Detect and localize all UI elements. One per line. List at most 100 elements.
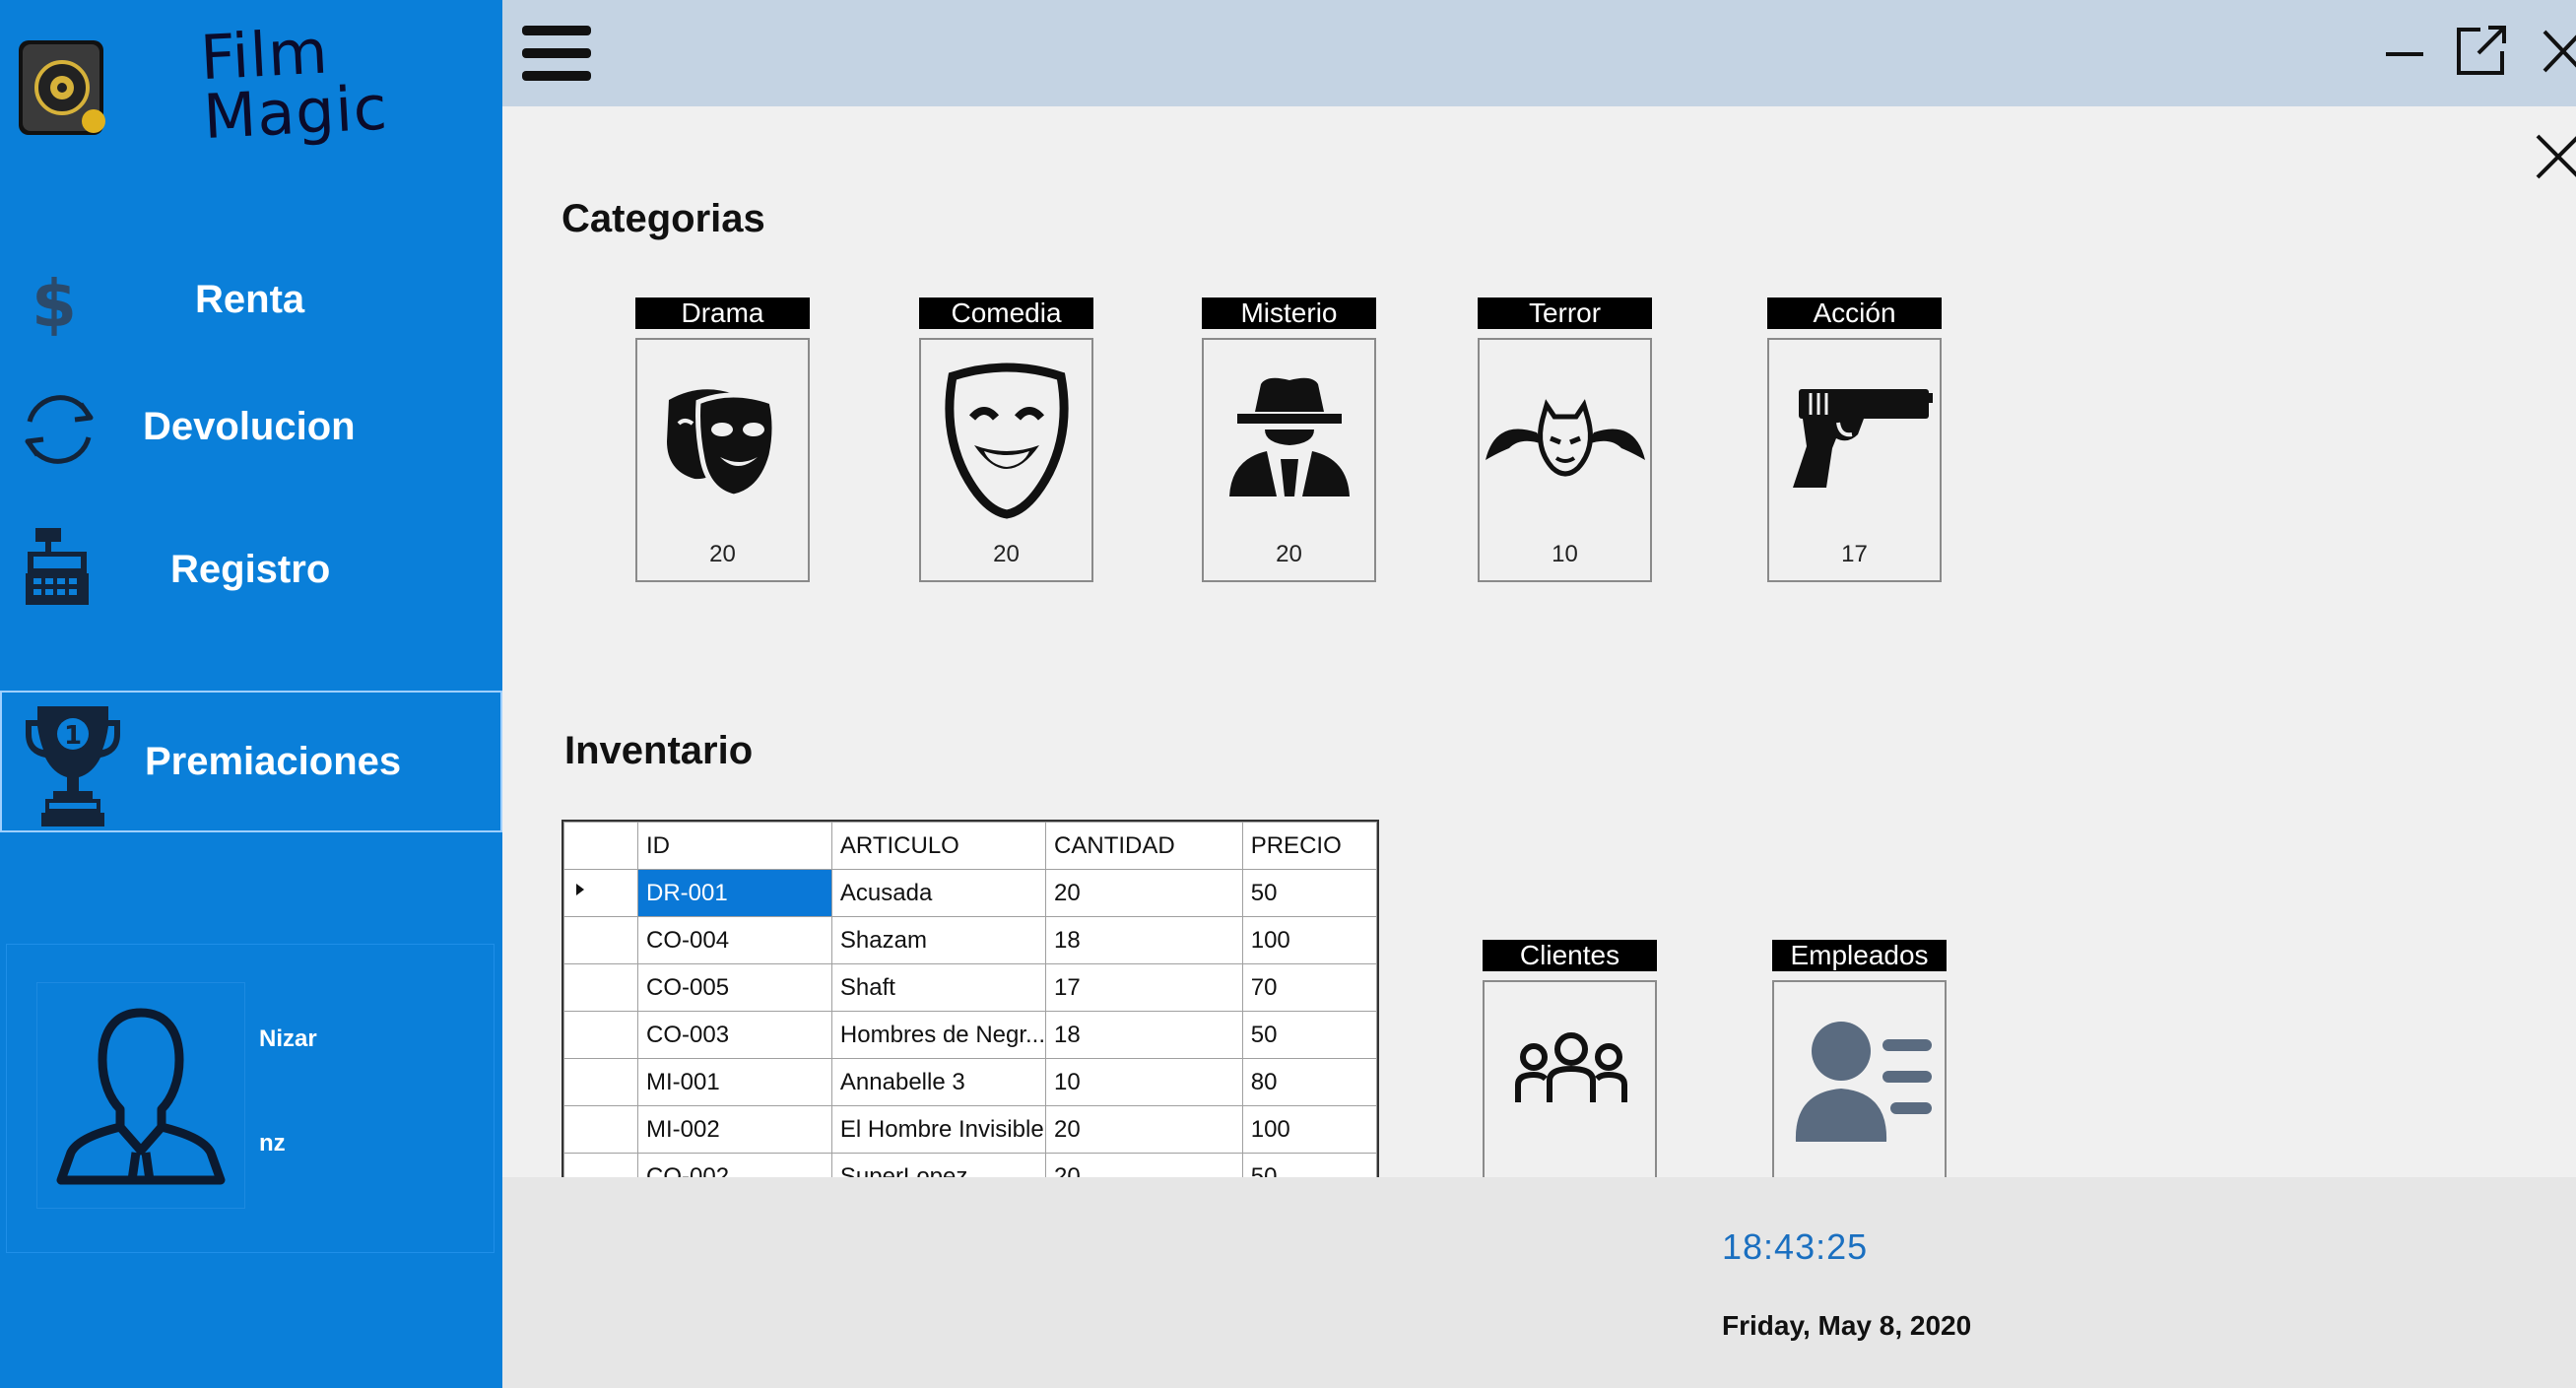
table-row[interactable]: MI-001 Annabelle 3 10 80	[563, 1058, 1377, 1106]
theater-masks-icon	[667, 389, 777, 499]
table-row[interactable]: CO-003 Hombres de Negr... 18 50	[563, 1011, 1377, 1059]
row-selector-arrow-icon[interactable]	[563, 869, 638, 917]
inventory-grid[interactable]: ID ARTICULO CANTIDAD PRECIO DR-001 Acusa…	[561, 820, 1379, 1184]
nav-item-registro[interactable]: Registro	[0, 510, 502, 628]
app-logo-icon	[15, 36, 113, 139]
table-cell[interactable]: CO-005	[637, 963, 832, 1012]
user-panel: Nizar nz	[6, 944, 495, 1253]
user-name: Nizar	[259, 1025, 317, 1052]
close-window-icon[interactable]	[2537, 22, 2576, 81]
category-label-comedia: Comedia	[919, 297, 1093, 329]
title-bar	[502, 0, 2576, 106]
minimize-icon[interactable]	[2374, 22, 2433, 81]
row-header[interactable]	[563, 963, 638, 1012]
cash-register-icon	[26, 526, 91, 614]
table-cell[interactable]: 70	[1241, 963, 1377, 1012]
close-panel-icon[interactable]	[2532, 126, 2576, 185]
table-cell[interactable]: 100	[1241, 1105, 1377, 1154]
nav-label-renta: Renta	[195, 278, 305, 321]
nav-label-devolucion: Devolucion	[143, 405, 356, 448]
category-card-accion[interactable]: 17	[1767, 338, 1942, 582]
table-cell[interactable]: Annabelle 3	[830, 1058, 1047, 1106]
sidebar: Film Magic $ Renta Devolucion Registro 1…	[0, 0, 502, 1388]
table-cell[interactable]: 18	[1045, 916, 1243, 964]
user-handle: nz	[259, 1130, 286, 1157]
row-header[interactable]	[563, 1058, 638, 1106]
table-cell[interactable]: Acusada	[830, 869, 1047, 917]
user-avatar-icon	[36, 982, 245, 1209]
category-count-misterio: 20	[1276, 541, 1302, 567]
table-row[interactable]: CO-004 Shazam 18 100	[563, 916, 1377, 964]
category-label-misterio: Misterio	[1202, 297, 1376, 329]
table-cell[interactable]: 50	[1241, 869, 1377, 917]
category-card-comedia[interactable]: 20	[919, 338, 1093, 582]
shortcut-card-clientes[interactable]	[1483, 980, 1657, 1187]
category-label-drama: Drama	[635, 297, 810, 329]
comedy-mask-icon	[945, 363, 1069, 519]
table-row[interactable]: CO-005 Shaft 17 70	[563, 963, 1377, 1012]
category-count-comedia: 20	[993, 541, 1020, 567]
table-cell[interactable]: 17	[1045, 963, 1243, 1012]
category-count-accion: 17	[1841, 541, 1868, 567]
clock-time: 18:43:25	[1722, 1226, 1869, 1267]
spy-icon	[1229, 377, 1350, 496]
trophy-icon: 1	[24, 700, 122, 833]
current-date: Friday, May 8, 2020	[1722, 1310, 1972, 1341]
table-row[interactable]: MI-002 El Hombre Invisible 20 100	[563, 1105, 1377, 1154]
shortcut-label-clientes: Clientes	[1483, 940, 1657, 971]
column-header-id[interactable]: ID	[637, 822, 832, 870]
group-icon	[1515, 1032, 1627, 1102]
category-count-terror: 10	[1552, 541, 1578, 567]
table-cell[interactable]: Shaft	[830, 963, 1047, 1012]
table-cell[interactable]: 10	[1045, 1058, 1243, 1106]
row-header[interactable]	[563, 1011, 638, 1059]
grid-corner	[563, 822, 638, 870]
employee-card-icon	[1795, 1022, 1932, 1142]
nav-item-devolucion[interactable]: Devolucion	[0, 366, 502, 485]
svg-text:$: $	[32, 267, 77, 336]
table-cell[interactable]: Hombres de Negr...	[830, 1011, 1047, 1059]
table-cell[interactable]: 100	[1241, 916, 1377, 964]
table-cell[interactable]: 20	[1045, 1105, 1243, 1154]
category-card-drama[interactable]: 20	[635, 338, 810, 582]
dollar-icon: $	[30, 266, 79, 342]
row-header[interactable]	[563, 916, 638, 964]
category-card-terror[interactable]: 10	[1478, 338, 1652, 582]
table-cell[interactable]: MI-002	[637, 1105, 832, 1154]
category-label-accion: Acción	[1767, 297, 1942, 329]
column-header-cantidad[interactable]: CANTIDAD	[1045, 822, 1243, 870]
bat-icon	[1486, 399, 1645, 477]
shortcut-card-empleados[interactable]	[1772, 980, 1947, 1187]
grid-header-row: ID ARTICULO CANTIDAD PRECIO	[563, 822, 1377, 870]
table-cell[interactable]: MI-001	[637, 1058, 832, 1106]
table-cell[interactable]: 80	[1241, 1058, 1377, 1106]
table-cell[interactable]: 18	[1045, 1011, 1243, 1059]
refresh-icon	[12, 382, 106, 482]
row-header[interactable]	[563, 1105, 638, 1154]
nav-label-registro: Registro	[170, 548, 331, 591]
nav-item-renta[interactable]: $ Renta	[0, 239, 502, 358]
table-cell[interactable]: El Hombre Invisible	[830, 1105, 1047, 1154]
table-cell[interactable]: CO-004	[637, 916, 832, 964]
table-cell[interactable]: 20	[1045, 869, 1243, 917]
table-cell[interactable]: 50	[1241, 1011, 1377, 1059]
column-header-articulo[interactable]: ARTICULO	[830, 822, 1047, 870]
table-cell[interactable]: DR-001	[637, 869, 832, 917]
maximize-external-icon[interactable]	[2451, 22, 2510, 81]
table-cell[interactable]: Shazam	[830, 916, 1047, 964]
table-row[interactable]: DR-001 Acusada 20 50	[563, 869, 1377, 917]
table-cell[interactable]: CO-003	[637, 1011, 832, 1059]
app-logo-text: Film Magic	[199, 16, 402, 154]
shortcut-label-empleados: Empleados	[1772, 940, 1947, 971]
category-count-drama: 20	[709, 541, 736, 567]
column-header-precio[interactable]: PRECIO	[1241, 822, 1377, 870]
category-card-misterio[interactable]: 20	[1202, 338, 1376, 582]
hamburger-menu-icon[interactable]	[522, 26, 591, 81]
logo-line-2: Magic	[201, 71, 390, 154]
status-bar	[502, 1177, 2576, 1388]
categorias-title: Categorias	[561, 197, 765, 240]
svg-text:1: 1	[64, 721, 82, 751]
category-label-terror: Terror	[1478, 297, 1652, 329]
nav-item-premiaciones[interactable]: 1 Premiaciones	[0, 691, 502, 832]
nav-label-premiaciones: Premiaciones	[145, 740, 402, 783]
